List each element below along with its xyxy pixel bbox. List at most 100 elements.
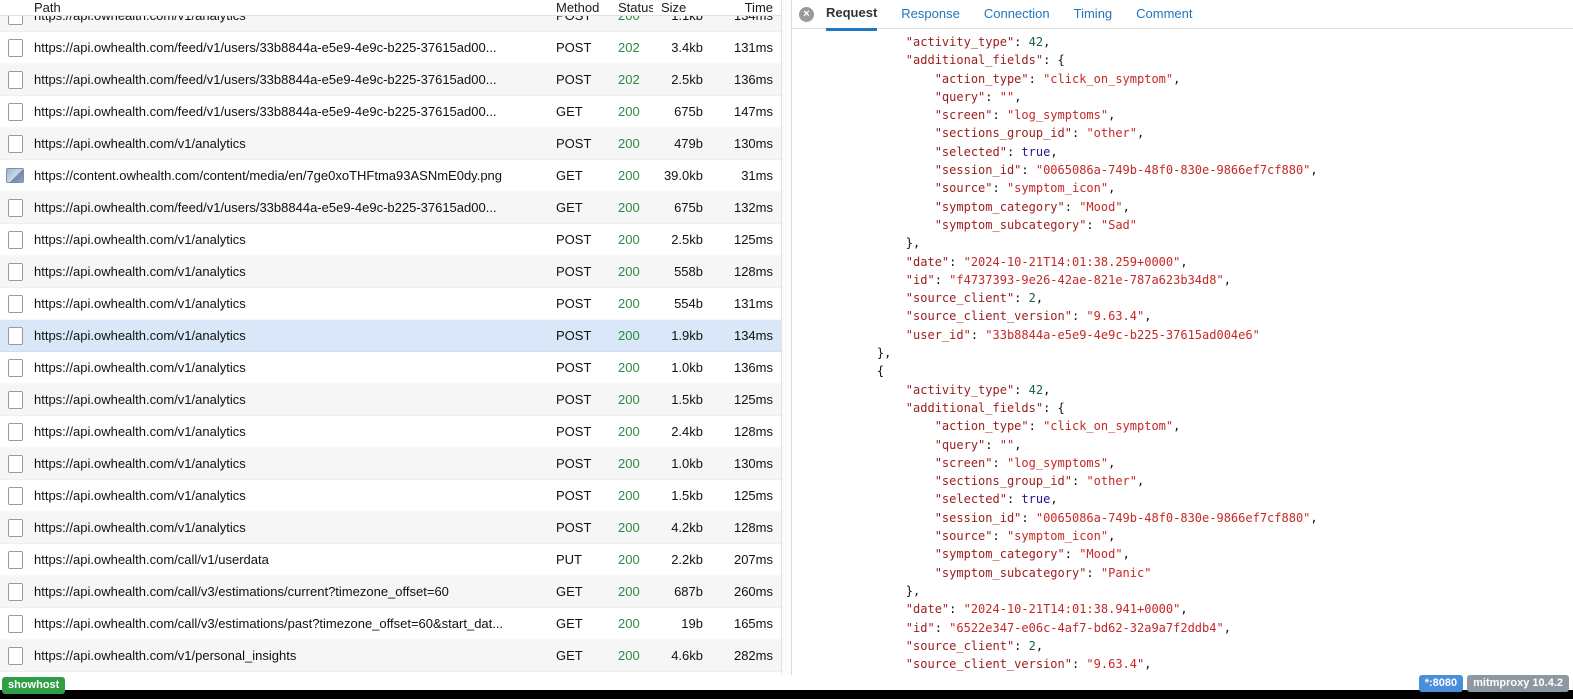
flow-row[interactable]: https://api.owhealth.com/v1/analyticsPOS… <box>0 384 781 416</box>
flow-row[interactable]: https://api.owhealth.com/call/v3/estimat… <box>0 576 781 608</box>
window-bottom-edge <box>0 690 1573 699</box>
flow-list-header: PathMethodStatusSizeTime <box>0 0 781 16</box>
close-flow-icon[interactable]: × <box>799 7 814 22</box>
document-icon <box>0 263 30 281</box>
flow-row[interactable]: https://api.owhealth.com/v1/analyticsPOS… <box>0 480 781 512</box>
mitmproxy-version-badge: mitmproxy 10.4.2 <box>1467 675 1569 692</box>
document-icon <box>0 423 30 441</box>
column-header-status[interactable]: Status <box>609 0 653 15</box>
flow-time: 131ms <box>711 40 781 55</box>
flow-status: 200 <box>609 424 653 439</box>
flow-path: https://api.owhealth.com/v1/analytics <box>30 328 547 343</box>
flow-status: 202 <box>609 72 653 87</box>
flow-row[interactable]: https://api.owhealth.com/v1/analyticsPOS… <box>0 352 781 384</box>
flow-row[interactable]: https://content.owhealth.com/content/med… <box>0 160 781 192</box>
flow-path: https://api.owhealth.com/v1/analytics <box>30 488 547 503</box>
flow-row[interactable]: https://api.owhealth.com/feed/v1/users/3… <box>0 192 781 224</box>
tab-response[interactable]: Response <box>901 0 960 28</box>
document-icon <box>0 39 30 57</box>
flow-path: https://api.owhealth.com/feed/v1/users/3… <box>30 200 547 215</box>
document-icon <box>8 263 23 281</box>
document-icon <box>0 135 30 153</box>
footer-right-badges: *:8080 mitmproxy 10.4.2 <box>1419 675 1569 692</box>
flow-method: POST <box>547 360 609 375</box>
document-icon <box>0 551 30 569</box>
flow-path: https://api.owhealth.com/feed/v1/users/3… <box>30 72 547 87</box>
document-icon <box>8 135 23 153</box>
flow-time: 207ms <box>711 552 781 567</box>
flow-row[interactable]: https://api.owhealth.com/v1/analyticsPOS… <box>0 288 781 320</box>
document-icon <box>8 327 23 345</box>
document-icon <box>8 103 23 121</box>
flow-size: 558b <box>653 264 711 279</box>
flow-row[interactable]: https://api.owhealth.com/v1/analyticsPOS… <box>0 256 781 288</box>
flow-time: 147ms <box>711 104 781 119</box>
flow-row[interactable]: https://api.owhealth.com/feed/v1/users/3… <box>0 64 781 96</box>
flow-time: 128ms <box>711 264 781 279</box>
main-split: PathMethodStatusSizeTime https://api.owh… <box>0 0 1573 675</box>
flow-row[interactable]: https://api.owhealth.com/v1/analyticsPOS… <box>0 448 781 480</box>
tab-request[interactable]: Request <box>826 0 877 31</box>
flow-row[interactable]: https://api.owhealth.com/call/v3/estimat… <box>0 608 781 640</box>
flow-row[interactable]: https://api.owhealth.com/v1/analyticsPOS… <box>0 224 781 256</box>
showhost-badge[interactable]: showhost <box>2 677 65 694</box>
flow-row[interactable]: https://api.owhealth.com/v1/analyticsPOS… <box>0 416 781 448</box>
flow-method: POST <box>547 72 609 87</box>
flow-method: POST <box>547 520 609 535</box>
flow-row[interactable]: https://api.owhealth.com/v1/analyticsPOS… <box>0 320 781 352</box>
document-icon <box>8 615 23 633</box>
status-footer: showhost *:8080 mitmproxy 10.4.2 <box>0 675 1573 699</box>
flow-row[interactable]: https://api.owhealth.com/v1/analyticsPOS… <box>0 512 781 544</box>
flow-method: POST <box>547 392 609 407</box>
flow-path: https://api.owhealth.com/call/v3/estimat… <box>30 616 547 631</box>
document-icon <box>0 359 30 377</box>
column-header-method[interactable]: Method <box>547 0 609 15</box>
flow-row[interactable]: https://api.owhealth.com/feed/v1/users/3… <box>0 672 781 675</box>
flow-time: 130ms <box>711 136 781 151</box>
flow-list-scrollbar[interactable] <box>781 0 791 675</box>
document-icon <box>8 519 23 537</box>
flow-status: 200 <box>609 552 653 567</box>
flow-size: 2.4kb <box>653 424 711 439</box>
flow-status: 200 <box>609 296 653 311</box>
flow-row[interactable]: https://api.owhealth.com/feed/v1/users/3… <box>0 96 781 128</box>
flow-size: 479b <box>653 136 711 151</box>
request-body[interactable]: "activity_type": 42, "additional_fields"… <box>792 29 1573 675</box>
document-icon <box>8 391 23 409</box>
document-icon <box>0 391 30 409</box>
flow-status: 200 <box>609 136 653 151</box>
document-icon <box>0 487 30 505</box>
flow-row[interactable]: https://api.owhealth.com/v1/analyticsPOS… <box>0 128 781 160</box>
flow-path: https://api.owhealth.com/call/v3/estimat… <box>30 584 547 599</box>
flow-size: 1.5kb <box>653 488 711 503</box>
flow-list-panel: PathMethodStatusSizeTime https://api.owh… <box>0 0 781 675</box>
column-header-path[interactable]: Path <box>30 0 547 15</box>
flow-time: 260ms <box>711 584 781 599</box>
flow-row[interactable]: https://api.owhealth.com/call/v1/userdat… <box>0 544 781 576</box>
column-header-size[interactable]: Size <box>653 0 711 15</box>
document-icon <box>0 583 30 601</box>
document-icon <box>0 455 30 473</box>
column-header-time[interactable]: Time <box>711 0 781 15</box>
tab-timing[interactable]: Timing <box>1074 0 1113 28</box>
tab-connection[interactable]: Connection <box>984 0 1050 28</box>
flow-row[interactable]: https://api.owhealth.com/feed/v1/users/3… <box>0 32 781 64</box>
flow-method: GET <box>547 584 609 599</box>
document-icon <box>8 487 23 505</box>
flow-method: POST <box>547 232 609 247</box>
flow-size: 1.0kb <box>653 456 711 471</box>
flow-status: 200 <box>609 360 653 375</box>
flow-status: 200 <box>609 584 653 599</box>
document-icon <box>8 359 23 377</box>
document-icon <box>0 519 30 537</box>
document-icon <box>8 199 23 217</box>
flow-path: https://api.owhealth.com/feed/v1/users/3… <box>30 104 547 119</box>
flow-time: 136ms <box>711 360 781 375</box>
flow-row[interactable]: https://api.owhealth.com/v1/personal_ins… <box>0 640 781 672</box>
tab-comment[interactable]: Comment <box>1136 0 1192 28</box>
mitmweb-app: PathMethodStatusSizeTime https://api.owh… <box>0 0 1573 699</box>
flow-method: GET <box>547 616 609 631</box>
flow-status: 200 <box>609 168 653 183</box>
flow-size: 39.0kb <box>653 168 711 183</box>
flow-time: 130ms <box>711 456 781 471</box>
